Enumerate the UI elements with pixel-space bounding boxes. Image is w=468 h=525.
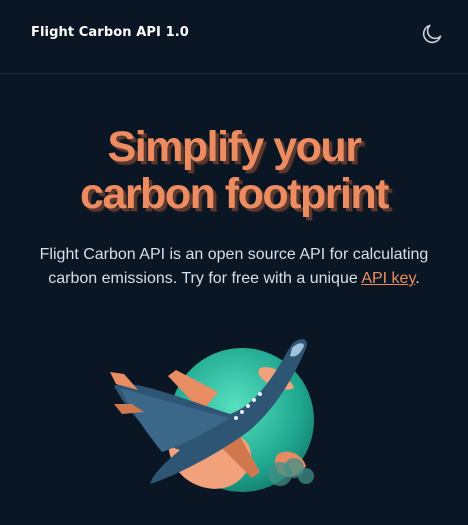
airplane-globe-illustration — [110, 334, 320, 502]
api-key-link[interactable]: API key — [361, 270, 415, 287]
app-title[interactable]: Flight Carbon API 1.0 — [31, 25, 189, 40]
hero-title: Simplify your carbon footprint — [0, 124, 468, 218]
hero-description: Flight Carbon API is an open source API … — [16, 243, 452, 291]
moon-icon[interactable] — [420, 22, 444, 46]
description-period: . — [415, 270, 420, 287]
hero-title-line-2: carbon footprint — [79, 170, 390, 218]
hero-title-line-1: Simplify your — [107, 123, 362, 171]
top-navbar: Flight Carbon API 1.0 — [0, 0, 468, 74]
